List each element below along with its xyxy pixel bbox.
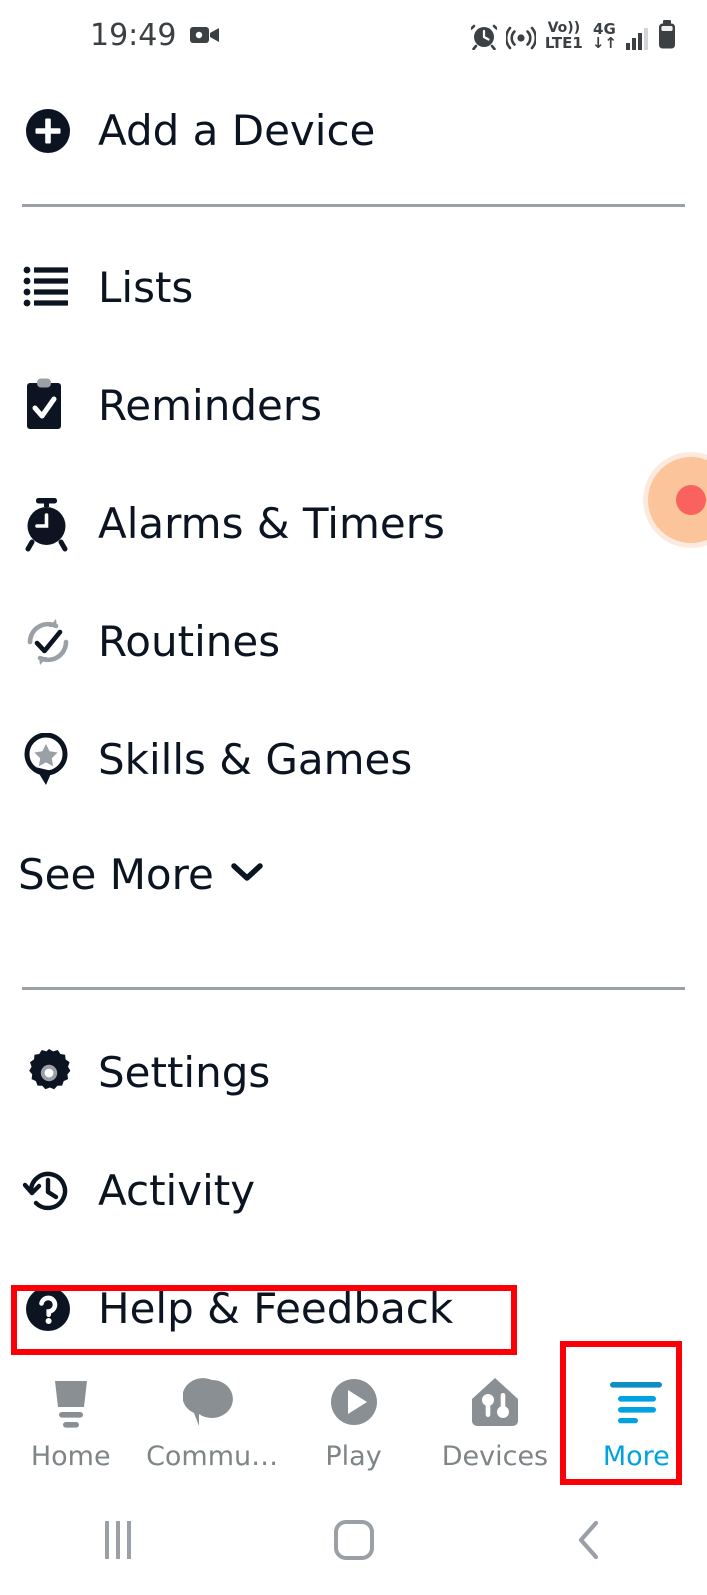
menu-item-skills-and-games[interactable]: Skills & Games — [0, 701, 707, 819]
hotspot-icon — [505, 22, 536, 50]
routines-refresh-check-icon — [22, 616, 98, 668]
see-more-label: See More — [18, 849, 214, 899]
menu-item-label: Activity — [98, 1166, 256, 1215]
see-more-button[interactable]: See More — [0, 819, 707, 929]
bottom-navigation-bar: Home Commu… Play Devices More — [0, 1355, 707, 1485]
menu-item-add-a-device[interactable]: Add a Device — [0, 70, 707, 192]
list-icon — [22, 263, 98, 313]
menu-item-reminders[interactable]: Reminders — [0, 347, 707, 465]
menu-item-routines[interactable]: Routines — [0, 583, 707, 701]
menu-item-label: Skills & Games — [98, 735, 413, 784]
tab-label: Commu… — [146, 1441, 279, 1472]
menu-item-label: Alarms & Timers — [98, 499, 445, 548]
house-devices-icon — [467, 1371, 523, 1433]
recents-icon[interactable] — [0, 1521, 236, 1559]
status-bar-left: 19:49 — [90, 18, 220, 53]
menu-item-help-and-feedback[interactable]: Help & Feedback — [0, 1250, 707, 1368]
back-chevron-icon[interactable] — [471, 1518, 707, 1562]
menu-item-label: Reminders — [98, 381, 322, 430]
echo-speaker-icon — [41, 1371, 101, 1433]
volte-icon: Vo)) LTE1 — [544, 20, 583, 52]
tab-devices[interactable]: Devices — [424, 1355, 565, 1472]
alarm-clock-icon — [22, 496, 98, 552]
clipboard-check-icon — [22, 378, 98, 434]
menu-item-label: Help & Feedback — [98, 1284, 454, 1333]
menu-list: Add a Device Lists Reminders Alarms & Ti… — [0, 70, 707, 1368]
tab-label: Play — [325, 1441, 382, 1472]
status-bar-clock: 19:49 — [90, 17, 177, 53]
tab-label: Home — [30, 1441, 111, 1472]
mobile-data-icon: 4G ↓↑ — [591, 19, 617, 52]
skills-star-pin-icon — [22, 733, 98, 787]
menu-item-label: Settings — [98, 1048, 271, 1097]
tab-more[interactable]: More — [566, 1355, 707, 1472]
chevron-down-icon — [230, 861, 264, 887]
menu-item-label: Lists — [98, 263, 194, 312]
alarm-clock-icon — [470, 22, 497, 50]
gear-icon — [22, 1046, 98, 1100]
speech-bubble-icon — [183, 1371, 241, 1433]
tab-home[interactable]: Home — [0, 1355, 141, 1472]
play-circle-icon — [326, 1371, 382, 1433]
video-camera-icon — [190, 24, 220, 46]
menu-item-label: Add a Device — [98, 106, 376, 155]
tab-label: More — [602, 1441, 670, 1472]
tab-communicate[interactable]: Commu… — [141, 1355, 282, 1472]
tab-play[interactable]: Play — [283, 1355, 424, 1472]
menu-item-label: Routines — [98, 617, 281, 666]
hamburger-lines-icon — [606, 1371, 666, 1433]
menu-item-lists[interactable]: Lists — [0, 229, 707, 347]
tab-label: Devices — [441, 1441, 549, 1472]
status-bar-right: Vo)) LTE1 4G ↓↑ — [470, 19, 677, 52]
divider-bottom — [22, 987, 685, 990]
record-dot-icon — [676, 485, 706, 515]
signal-bars-icon — [626, 28, 648, 50]
app-screen: 19:49 Vo)) LTE1 4G ↓↑ Add a Device Lists… — [0, 0, 707, 1595]
menu-item-settings[interactable]: Settings — [0, 1014, 707, 1132]
menu-item-activity[interactable]: Activity — [0, 1132, 707, 1250]
status-bar: 19:49 Vo)) LTE1 4G ↓↑ — [0, 0, 707, 70]
add-circle-icon — [22, 105, 98, 157]
battery-icon — [657, 20, 677, 50]
home-square-icon[interactable] — [236, 1520, 472, 1560]
menu-item-alarms-and-timers[interactable]: Alarms & Timers — [0, 465, 707, 583]
divider-top — [22, 204, 685, 207]
history-clock-icon — [22, 1165, 98, 1217]
system-navigation-bar — [0, 1485, 707, 1595]
question-circle-icon — [22, 1283, 98, 1335]
